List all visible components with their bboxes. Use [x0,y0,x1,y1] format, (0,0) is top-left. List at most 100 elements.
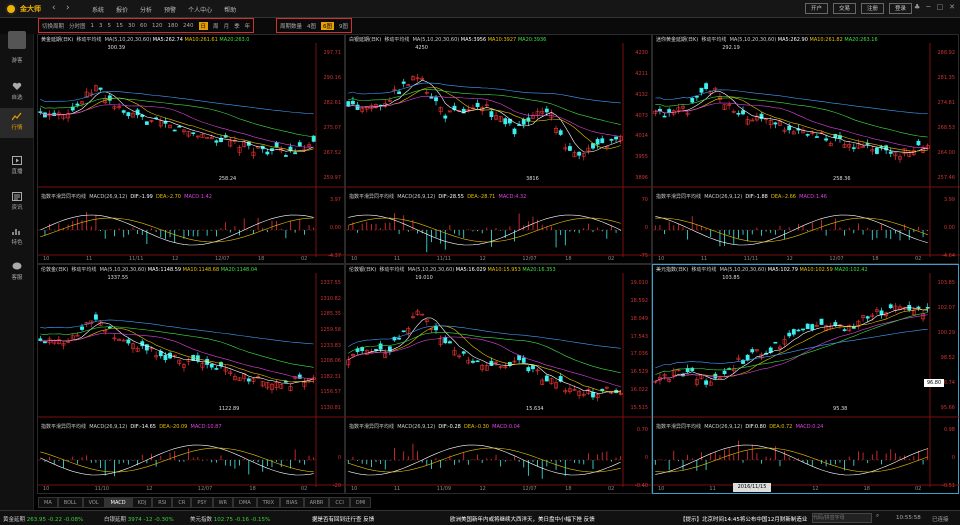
sidebar-item-guest[interactable]: 游客 [0,56,34,64]
period-30[interactable]: 30 [128,23,135,29]
skin-icon[interactable]: ♣ [914,3,920,11]
news-ticker-1[interactable]: 据是否有回到迁行查 反馈 [312,515,374,523]
sidebar-item-featured[interactable]: 特色 [0,227,34,246]
layout-4[interactable]: 4图 [307,22,316,30]
low-price-label: 15.634 [526,406,544,412]
search-input[interactable] [812,513,872,523]
indicator-y-tick: 3.97 [329,197,341,203]
candle-body [293,152,298,155]
ma30-line [655,312,928,375]
period-3[interactable]: 3 [99,23,103,29]
search-icon[interactable]: ⌕ [876,513,879,520]
avatar[interactable] [8,31,26,49]
tab-arbr[interactable]: ARBR [303,497,330,508]
y-tick-label: 268.53 [937,125,956,131]
chart-panel[interactable]: 白银延期(日K) 移动平均线 MA(5,10,20,30,60) MA5:395… [345,34,653,264]
minimize-icon[interactable]: ─ [926,3,930,11]
chart-panel[interactable]: 美元指数(日K) 移动平均线 MA(5,10,20,30,60) MA5:102… [652,264,960,494]
y-tick-label: 16.022 [630,387,649,394]
x-tick-label: 11/11 [129,256,144,262]
candle-body [406,84,411,86]
period-quarter[interactable]: 季 [234,22,240,30]
period-15[interactable]: 15 [116,23,123,29]
period-120[interactable]: 120 [152,23,163,29]
y-tick-label: 19.010 [630,280,649,286]
candle-body [374,349,378,351]
forward-icon[interactable]: › [66,3,70,13]
tab-cr[interactable]: CR [172,497,192,508]
period-switch-label[interactable]: 切换周期 [42,22,64,30]
heart-icon [12,82,22,90]
ticker-item[interactable]: 美元指数 102.75 -0.16 -0.15% [190,515,270,523]
menu-item-alert[interactable]: 预警 [164,5,176,14]
period-5[interactable]: 5 [108,23,112,29]
candle-body [600,138,605,144]
back-icon[interactable]: ‹ [52,3,56,13]
tab-wr[interactable]: WR [212,497,234,508]
ma30-line [348,332,621,373]
period-180[interactable]: 180 [168,23,179,29]
sidebar-item-market[interactable]: 行情 [0,108,34,138]
open-account-button[interactable]: 开户 [804,3,828,14]
ticker-item[interactable]: 黄金延期 263.95 -0.22 -0.08% [3,515,83,523]
tab-rsi[interactable]: RSI [152,497,173,508]
ma20-line [348,95,621,137]
indicator-y-tick: -75 [639,253,648,259]
tab-bias[interactable]: BIAS [280,497,304,508]
maximize-icon[interactable]: □ [937,3,944,11]
tab-macd[interactable]: MACD [104,497,132,508]
period-60[interactable]: 60 [140,23,147,29]
chart-panel[interactable]: 迷你黄金延期(日K) 移动平均线 MA(5,10,20,30,60) MA5:2… [652,34,960,264]
tab-kdj[interactable]: KDJ [131,497,153,508]
sidebar-item-news[interactable]: 资讯 [0,192,34,211]
period-month[interactable]: 月 [224,22,230,30]
tab-trix[interactable]: TRIX [256,497,281,508]
tab-dma[interactable]: DMA [233,497,257,508]
tab-psy[interactable]: PSY [191,497,213,508]
candle-body [475,102,480,107]
ticker-item[interactable]: 白银延期 3974 -12 -0.30% [104,515,174,523]
tab-dmi[interactable]: DMI [349,497,372,508]
menu-item-help[interactable]: 帮助 [224,5,236,14]
tab-boll[interactable]: BOLL [57,497,83,508]
timeshare-button[interactable]: 分时图 [69,22,86,30]
tab-cci[interactable]: CCI [329,497,350,508]
y-tick-label: 95.66 [940,405,955,411]
candle-body [718,377,722,380]
menu-item-analysis[interactable]: 分析 [140,5,152,14]
menu-item-quotes[interactable]: 报价 [116,5,128,14]
news-ticker-2[interactable]: 欧洲美国新年内或将继续大西洋天，美日盘中小幅下挫 反馈 [450,515,595,523]
period-week[interactable]: 周 [213,22,219,30]
menu-item-system[interactable]: 系统 [92,5,104,14]
candle-body [805,134,810,136]
period-selector: 切换周期 分时图 1 3 5 15 30 60 120 180 240 日 周 … [38,18,255,33]
period-1[interactable]: 1 [91,23,95,29]
close-icon[interactable]: ✕ [949,3,955,11]
candle-body [773,122,778,125]
ticker-value: 102.75 [213,517,234,523]
x-tick-label: 10 [658,486,665,492]
period-year[interactable]: 年 [245,22,251,30]
layout-6[interactable]: 6图 [321,21,335,30]
y-tick-label: 17.543 [630,333,649,340]
sidebar-item-live[interactable]: 直播 [0,156,34,175]
chart-panel[interactable]: 伦敦银(日K) 移动平均线 MA(5,10,20,30,60) MA5:16.0… [345,264,653,494]
layout-9[interactable]: 9图 [339,22,348,30]
menu-item-personal[interactable]: 个人中心 [188,5,212,14]
sidebar-item-favorites[interactable]: 自选 [0,82,34,101]
news-ticker-3[interactable]: 【提示】北京时间14:45将公布中国12月财新制造业 [680,515,807,523]
chart-panel[interactable]: 黄金延期(日K) 移动平均线 MA(5,10,20,30,60) MA5:262… [37,34,346,264]
period-day[interactable]: 日 [198,21,209,30]
tab-ma[interactable]: MA [38,497,58,508]
y-tick-label: 16.529 [630,369,649,376]
app-logo: 金大师 [5,3,41,15]
login-button[interactable]: 登录 [888,3,912,14]
candle-body [567,146,572,151]
period-240[interactable]: 240 [183,23,194,29]
register-button[interactable]: 注册 [860,3,884,14]
trade-button[interactable]: 交易 [832,3,856,14]
chart-panel[interactable]: 伦敦金(日K) 移动平均线 MA(5,10,20,30,60) MA5:1148… [37,264,346,494]
tab-vol[interactable]: VOL [82,497,105,508]
ma60-line [655,89,928,115]
sidebar-item-service[interactable]: 客服 [0,262,34,281]
